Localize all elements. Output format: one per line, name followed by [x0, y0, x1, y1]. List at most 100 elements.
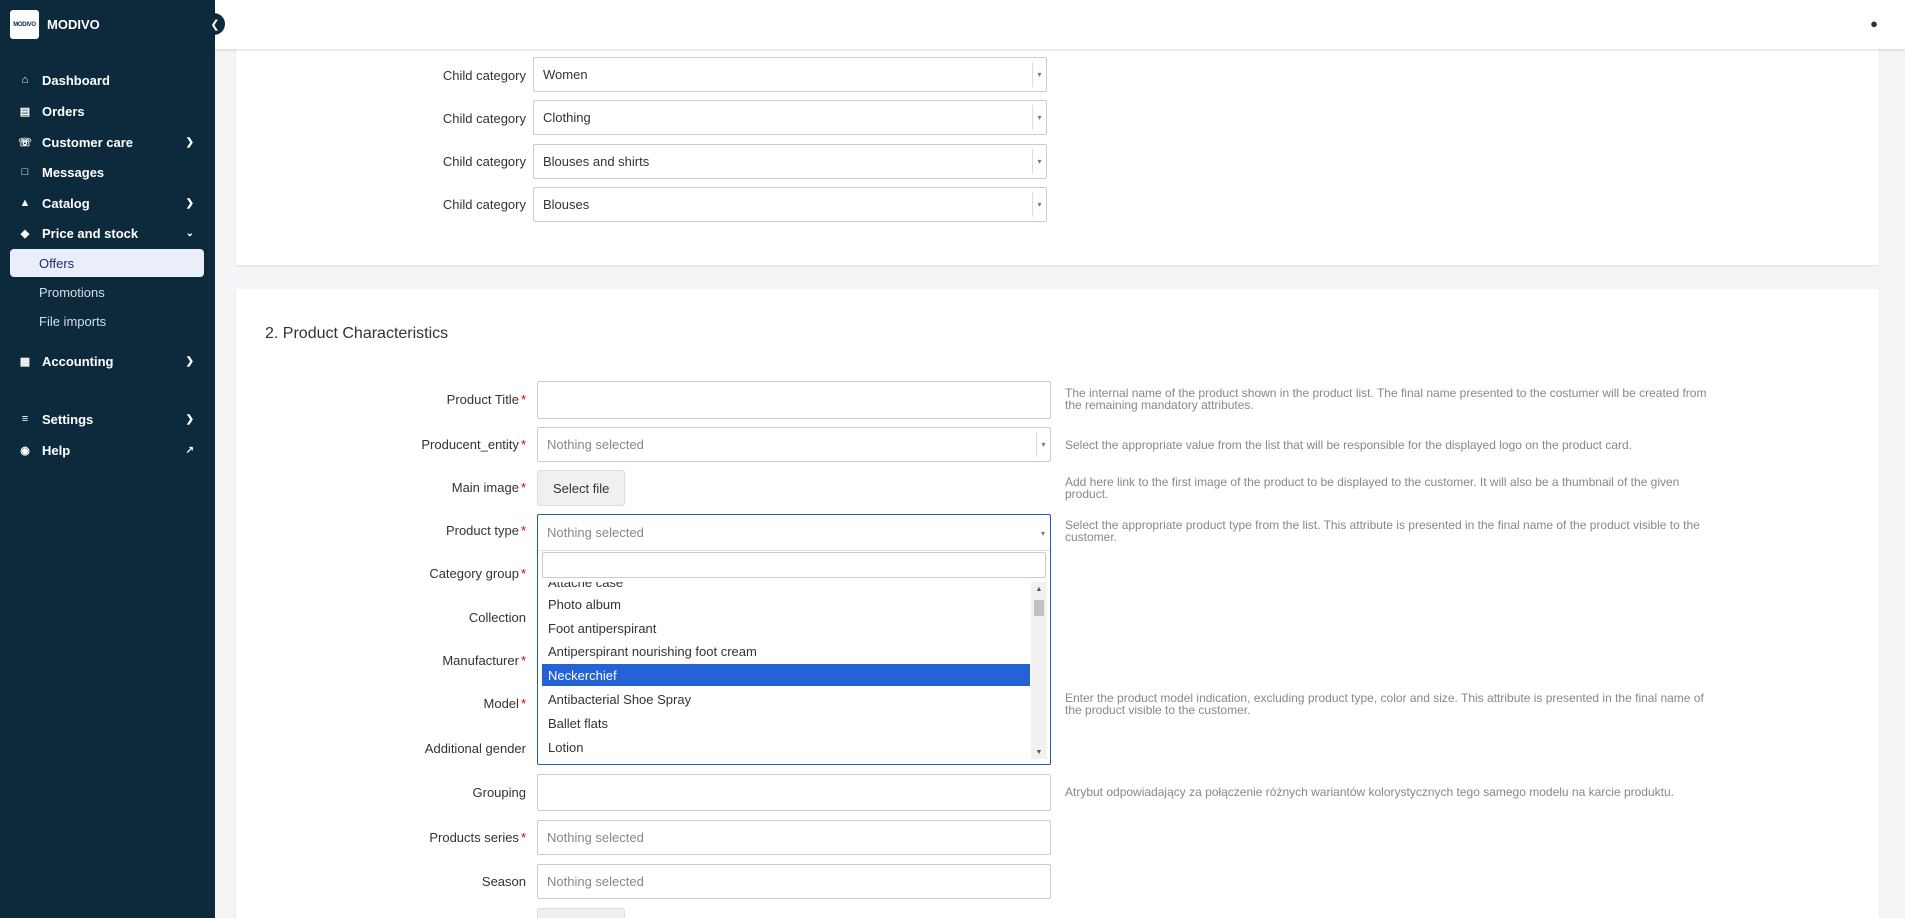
- select-value: Blouses: [543, 197, 590, 212]
- dropdown-search-input[interactable]: [542, 552, 1046, 578]
- category-group-label: Category group *: [236, 566, 526, 581]
- model-label: Model *: [236, 696, 526, 711]
- shapes-icon: ▲: [19, 197, 31, 209]
- dropdown-option[interactable]: Photo album: [542, 593, 1030, 615]
- select-file-button[interactable]: Select file: [537, 470, 626, 506]
- sidebar-item-label: Accounting: [42, 353, 114, 369]
- sidebar-item-label: Messages: [42, 164, 105, 180]
- sidebar-item-settings[interactable]: ≡ Settings ❯: [10, 405, 204, 433]
- dropdown-option[interactable]: Antibacterial Shoe Spray: [542, 688, 1030, 710]
- sidebar-item-accounting[interactable]: ▦ Accounting ❯: [10, 347, 204, 375]
- sidebar-item-customer-care[interactable]: ☏ Customer care ❯: [10, 128, 204, 156]
- chevron-right-icon: ❯: [185, 413, 194, 425]
- sidebar-subitem-file-imports[interactable]: File imports: [10, 307, 204, 335]
- chat-icon: □: [21, 166, 29, 178]
- scrollbar-thumb[interactable]: [1034, 600, 1044, 616]
- collection-label: Collection: [468, 610, 526, 625]
- select-value: Women: [543, 67, 588, 82]
- product-type-select[interactable]: Nothing selected ▾: [538, 515, 1050, 551]
- headset-icon: ☏: [18, 136, 32, 149]
- required-mark: *: [520, 566, 526, 581]
- child-category-select[interactable]: Blouses ▾: [533, 187, 1047, 222]
- caret-down-icon: ▾: [1040, 528, 1045, 538]
- dropdown-option[interactable]: Antiperspirant nourishing foot cream: [542, 640, 1030, 662]
- products-series-select[interactable]: Nothing selected: [537, 820, 1051, 855]
- caret-down-icon: ▾: [1036, 432, 1050, 457]
- top-bar: ●: [215, 0, 1905, 49]
- products-series-label: Products series *: [236, 830, 526, 845]
- external-link-icon: ↗: [185, 444, 194, 456]
- tag-icon: ◆: [20, 227, 30, 240]
- chevron-right-icon: ❯: [185, 355, 194, 367]
- additional-gender-label: Additional gender: [424, 741, 526, 756]
- child-category-label: Child category: [442, 154, 526, 169]
- sidebar-item-catalog[interactable]: ▲ Catalog ❯: [10, 189, 204, 217]
- dropdown-option-highlighted[interactable]: Neckerchief: [542, 664, 1030, 686]
- caret-down-icon: ▾: [1032, 62, 1046, 87]
- select-placeholder: Nothing selected: [547, 437, 644, 452]
- model-help: Enter the product model indication, excl…: [1065, 691, 1704, 717]
- sliders-icon: ≡: [21, 413, 29, 425]
- season-select[interactable]: Nothing selected: [537, 864, 1051, 899]
- required-mark: *: [520, 830, 526, 845]
- chevron-left-icon: ❮: [210, 18, 220, 31]
- sidebar-item-dashboard[interactable]: ⌂ Dashboard: [10, 66, 204, 94]
- product-title-input[interactable]: [537, 381, 1051, 419]
- label-text: Product Title: [446, 392, 519, 407]
- section-title: 2. Product Characteristics: [265, 325, 449, 342]
- select-placeholder: Nothing selected: [547, 874, 644, 889]
- document-dollar-icon: ▦: [19, 355, 31, 368]
- child-category-select[interactable]: Blouses and shirts ▾: [533, 144, 1047, 179]
- select-placeholder: Nothing selected: [547, 830, 644, 845]
- label-text: Main image: [451, 480, 519, 495]
- dropdown-option[interactable]: Ballet flats: [542, 712, 1030, 734]
- brand-name: MODIVO: [47, 17, 100, 32]
- required-mark: *: [520, 480, 526, 495]
- sidebar-item-label: Customer care: [42, 134, 134, 150]
- label-text: Product type: [445, 523, 519, 538]
- dropdown-option[interactable]: Attache case: [542, 582, 1030, 593]
- dropdown-scrollbar[interactable]: ▲ ▼: [1031, 582, 1047, 759]
- required-mark: *: [520, 696, 526, 711]
- sidebar-item-label: Dashboard: [42, 72, 110, 88]
- sidebar-item-label: Catalog: [42, 195, 90, 211]
- sidebar-subitem-promotions[interactable]: Promotions: [10, 278, 204, 306]
- select-file-button[interactable]: [537, 908, 625, 918]
- sidebar-item-help[interactable]: ◉ Help ↗: [10, 436, 204, 464]
- clipboard-icon: ▤: [19, 105, 31, 118]
- label-text: Model: [483, 696, 519, 711]
- scroll-down-icon[interactable]: ▼: [1031, 745, 1047, 759]
- chevron-right-icon: ❯: [185, 197, 194, 209]
- chevron-down-icon: ⌄: [185, 227, 194, 239]
- product-type-dropdown[interactable]: Nothing selected ▾ Attache case Photo al…: [537, 514, 1051, 765]
- dropdown-option[interactable]: Foot antiperspirant: [542, 617, 1030, 639]
- select-value: Blouses and shirts: [543, 154, 650, 169]
- season-label: Season: [481, 874, 526, 889]
- producent-entity-label: Producent_entity *: [236, 437, 526, 452]
- sidebar-subitem-offers[interactable]: Offers: [10, 249, 204, 277]
- home-icon: ⌂: [21, 74, 29, 86]
- sidebar-item-messages[interactable]: □ Messages: [10, 158, 204, 186]
- sidebar-item-label: Price and stock: [42, 225, 139, 241]
- brand[interactable]: MODIVO MODIVO: [10, 10, 100, 39]
- producent-entity-select[interactable]: Nothing selected ▾: [537, 427, 1051, 462]
- label-text: Manufacturer: [442, 653, 519, 668]
- label-text: Category group: [429, 566, 519, 581]
- child-category-select[interactable]: Clothing ▾: [533, 100, 1047, 135]
- categories-card: Child category Women ▾ Child category Cl…: [236, 30, 1879, 265]
- child-category-select[interactable]: Women ▾: [533, 57, 1047, 92]
- main-image-label: Main image *: [236, 480, 526, 495]
- dropdown-options-list: Attache case Photo album Foot antiperspi…: [542, 582, 1030, 759]
- grouping-label: Grouping: [472, 785, 526, 800]
- sidebar-item-price-and-stock[interactable]: ◆ Price and stock ⌄: [10, 219, 204, 247]
- product-title-label: Product Title *: [236, 392, 526, 407]
- user-icon[interactable]: ●: [1870, 16, 1878, 31]
- grouping-input[interactable]: [537, 774, 1051, 811]
- chevron-right-icon: ❯: [185, 136, 194, 148]
- required-mark: *: [520, 523, 526, 538]
- sidebar-item-orders[interactable]: ▤ Orders: [10, 97, 204, 125]
- dropdown-option[interactable]: Lotion: [542, 736, 1030, 758]
- scroll-up-icon[interactable]: ▲: [1031, 582, 1047, 596]
- product-type-label: Product type *: [236, 523, 526, 538]
- select-value: Clothing: [543, 110, 591, 125]
